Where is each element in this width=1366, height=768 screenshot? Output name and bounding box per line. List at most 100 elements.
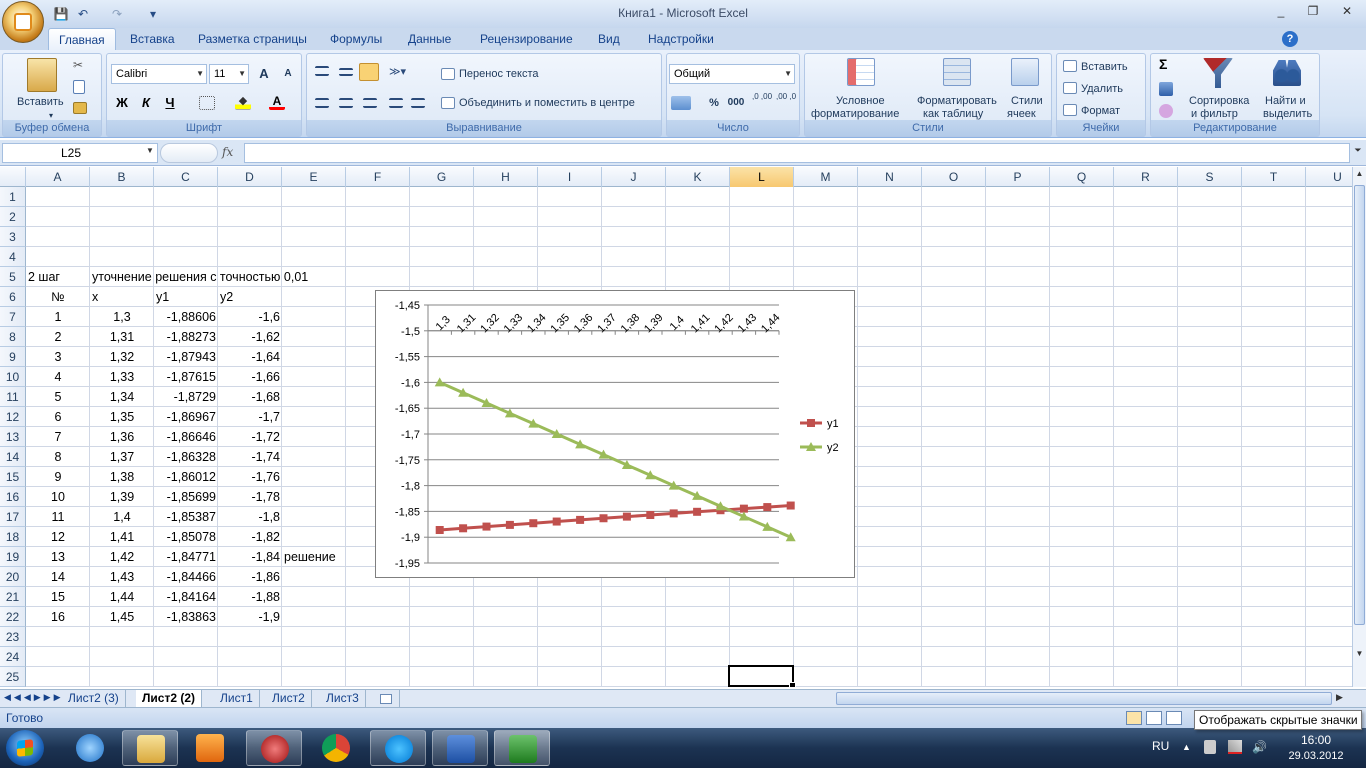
increase-indent-icon[interactable] [411, 98, 425, 108]
select-all-corner[interactable] [0, 167, 26, 187]
column-header-t[interactable]: T [1242, 167, 1306, 187]
page-layout-view-icon[interactable] [1146, 711, 1162, 725]
row-header-5[interactable]: 5 [0, 267, 26, 287]
align-bottom-icon[interactable] [359, 63, 379, 81]
align-middle-icon[interactable] [339, 68, 353, 76]
table-cell-y1[interactable]: -1,86012 [156, 467, 216, 487]
column-header-f[interactable]: F [346, 167, 410, 187]
taskbar-app-red[interactable] [246, 730, 302, 766]
table-cell-y1[interactable]: -1,86646 [156, 427, 216, 447]
table-cell-x[interactable]: 1,41 [92, 527, 152, 547]
column-header-e[interactable]: E [282, 167, 346, 187]
clear-icon[interactable] [1159, 104, 1173, 118]
taskbar-word[interactable] [432, 730, 488, 766]
align-left-icon[interactable] [315, 98, 329, 108]
table-cell-y2[interactable]: -1,86 [220, 567, 281, 587]
table-row-number[interactable]: 4 [28, 367, 88, 387]
table-cell-y1[interactable]: -1,85078 [156, 527, 216, 547]
row-header-21[interactable]: 21 [0, 587, 26, 607]
row-header-18[interactable]: 18 [0, 527, 26, 547]
office-button[interactable] [2, 1, 44, 43]
fill-icon[interactable] [1159, 82, 1173, 96]
line-chart[interactable]: -1,45 -1,5 -1,55 -1,6 -1,65 -1,7 -1,75 -1,8 -1,8… [375, 290, 855, 578]
table-cell-y1[interactable]: -1,85387 [156, 507, 216, 527]
table-cell-x[interactable]: 1,3 [92, 307, 152, 327]
table-cell-y1[interactable]: -1,88606 [156, 307, 216, 327]
find-select-button[interactable]: Найти и [1265, 95, 1306, 108]
normal-view-icon[interactable] [1126, 711, 1142, 725]
borders-icon[interactable] [199, 96, 215, 110]
tray-device-icon[interactable] [1204, 740, 1216, 754]
cell-e19-solution[interactable]: решение [284, 547, 354, 567]
table-cell-x[interactable]: 1,33 [92, 367, 152, 387]
scroll-down-icon[interactable]: ▼ [1354, 649, 1365, 661]
column-header-p[interactable]: P [986, 167, 1050, 187]
autosum-icon[interactable]: Σ [1159, 57, 1167, 71]
tab-view[interactable]: Вид [588, 28, 630, 50]
table-row-number[interactable]: 14 [28, 567, 88, 587]
table-cell-y1[interactable]: -1,87943 [156, 347, 216, 367]
tab-data[interactable]: Данные [398, 28, 461, 50]
row-header-1[interactable]: 1 [0, 187, 26, 207]
table-cell-x[interactable]: 1,4 [92, 507, 152, 527]
column-header-j[interactable]: J [602, 167, 666, 187]
clock-date[interactable]: 29.03.2012 [1282, 750, 1350, 762]
row-header-2[interactable]: 2 [0, 207, 26, 227]
format-painter-icon[interactable] [73, 102, 87, 114]
align-center-icon[interactable] [339, 98, 353, 108]
table-cell-y1[interactable]: -1,84771 [156, 547, 216, 567]
sheet-tab[interactable]: Лист3 [320, 690, 366, 708]
table-cell-y2[interactable]: -1,76 [220, 467, 281, 487]
name-box-dropdown-icon[interactable]: ▼ [146, 146, 154, 155]
sheet-nav-icons[interactable]: ◀◀◀▶▶▶ [4, 692, 64, 703]
scroll-up-icon[interactable]: ▲ [1354, 169, 1365, 181]
table-cell-y2[interactable]: -1,82 [220, 527, 281, 547]
table-cell-x[interactable]: 1,39 [92, 487, 152, 507]
table-cell-y1[interactable]: -1,84466 [156, 567, 216, 587]
table-cell-x[interactable]: 1,32 [92, 347, 152, 367]
row-header-20[interactable]: 20 [0, 567, 26, 587]
wrap-text-button[interactable]: Перенос текста [459, 68, 539, 81]
column-header-o[interactable]: O [922, 167, 986, 187]
bold-button[interactable]: Ж [111, 93, 133, 113]
table-cell-x[interactable]: 1,45 [92, 607, 152, 627]
shrink-font-button[interactable]: A [277, 64, 299, 84]
taskbar-explorer[interactable] [122, 730, 178, 766]
vertical-scrollbar[interactable]: ▲ ▼ [1352, 167, 1366, 687]
taskbar-skype[interactable] [370, 730, 426, 766]
cell-styles-button[interactable]: Стили [1011, 95, 1043, 108]
column-header-h[interactable]: H [474, 167, 538, 187]
table-cell-x[interactable]: 1,37 [92, 447, 152, 467]
delete-cells-button[interactable]: Удалить [1081, 83, 1123, 96]
column-header-r[interactable]: R [1114, 167, 1178, 187]
table-cell-y2[interactable]: -1,68 [220, 387, 281, 407]
paste-button[interactable]: Вставить [17, 96, 64, 109]
decrease-indent-icon[interactable] [389, 98, 403, 108]
row-header-16[interactable]: 16 [0, 487, 26, 507]
table-row-number[interactable]: 12 [28, 527, 88, 547]
language-indicator[interactable]: RU [1152, 739, 1169, 753]
taskbar-excel[interactable] [494, 730, 550, 766]
table-row-number[interactable]: 1 [28, 307, 88, 327]
row-header-23[interactable]: 23 [0, 627, 26, 647]
table-cell-y1[interactable]: -1,85699 [156, 487, 216, 507]
italic-button[interactable]: К [135, 93, 157, 113]
font-color-icon[interactable]: A [269, 95, 285, 110]
format-as-table-button[interactable]: Форматировать [917, 95, 997, 108]
taskbar-chrome[interactable] [308, 730, 364, 766]
cut-icon[interactable]: ✂ [73, 58, 87, 72]
table-cell-x[interactable]: 1,38 [92, 467, 152, 487]
row-header-19[interactable]: 19 [0, 547, 26, 567]
table-row-number[interactable]: 3 [28, 347, 88, 367]
header-y2[interactable]: y2 [220, 287, 280, 307]
table-cell-y2[interactable]: -1,72 [220, 427, 281, 447]
horizontal-scroll-thumb[interactable] [836, 692, 1332, 705]
decrease-decimal-button[interactable]: ,00 ,0 [775, 91, 797, 111]
fill-color-icon[interactable]: ◆ [235, 96, 251, 110]
row-header-12[interactable]: 12 [0, 407, 26, 427]
copy-icon[interactable] [73, 80, 85, 94]
show-hidden-icons-button[interactable]: ▲ [1182, 742, 1191, 752]
font-name-select[interactable]: Calibri ▼ [111, 64, 207, 84]
table-cell-y2[interactable]: -1,8 [220, 507, 280, 527]
table-cell-y2[interactable]: -1,88 [220, 587, 281, 607]
